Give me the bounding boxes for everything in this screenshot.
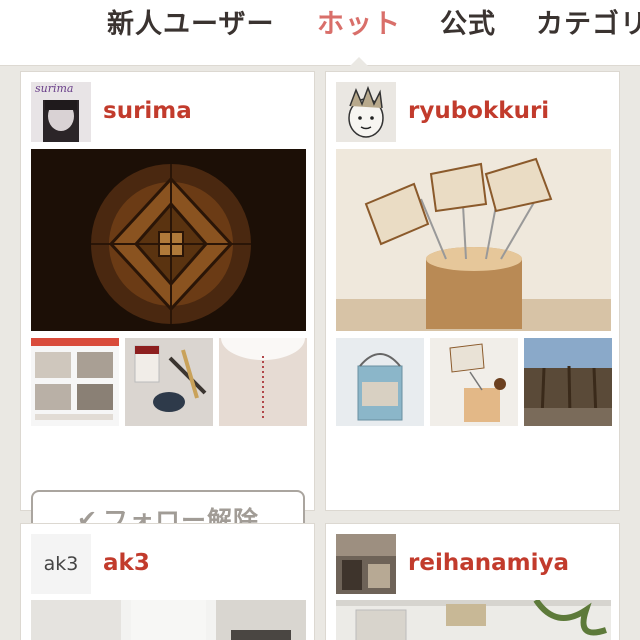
photo-palm-street	[524, 338, 612, 426]
photo-app-screenshot	[31, 338, 119, 426]
photo-wood-block-sign	[430, 338, 518, 426]
avatar-photo	[336, 534, 396, 594]
thumbnail-2[interactable]	[125, 338, 213, 426]
main-photo[interactable]	[336, 600, 611, 640]
thumbnail-3[interactable]	[219, 338, 307, 426]
avatar[interactable]	[336, 82, 396, 142]
user-card-ryubokkuri: ryubokkuri	[325, 71, 620, 511]
user-card-surima: surima surima ✔ フォロー解除	[20, 71, 315, 548]
tab-new-users[interactable]: 新人ユーザー	[107, 2, 274, 41]
thumbnail-3[interactable]	[524, 338, 612, 426]
category-tab-bar: 新人ユーザー ホット 公式 カテゴリ	[0, 0, 640, 66]
avatar[interactable]: ak3	[31, 534, 91, 594]
username-link[interactable]: surima	[103, 98, 192, 124]
thumbnail-2[interactable]	[430, 338, 518, 426]
photo-lamp	[219, 338, 307, 426]
main-photo[interactable]	[31, 149, 306, 331]
thumbnail-1[interactable]	[31, 338, 119, 426]
thumbnail-1[interactable]	[336, 338, 424, 426]
main-photo[interactable]	[31, 600, 306, 640]
photo-brick-wall	[336, 600, 611, 640]
avatar-illustration	[336, 82, 396, 142]
user-card-ak3: ak3 ak3	[20, 523, 315, 640]
photo-driftwood-pen-stand	[336, 149, 611, 331]
photo-mandala	[31, 149, 306, 331]
user-card-reihanamiya: reihanamiya	[325, 523, 620, 640]
photo-craft-tools	[125, 338, 213, 426]
username-link[interactable]: ak3	[103, 550, 150, 576]
photo-interior	[31, 600, 306, 640]
avatar-text: ak3	[31, 534, 91, 594]
tab-hot[interactable]: ホット	[317, 2, 401, 41]
tab-official[interactable]: 公式	[440, 2, 496, 41]
active-tab-indicator	[350, 57, 368, 66]
username-link[interactable]: ryubokkuri	[408, 98, 549, 124]
avatar[interactable]	[336, 534, 396, 594]
username-link[interactable]: reihanamiya	[408, 550, 569, 576]
photo-tin-can	[336, 338, 424, 426]
main-photo[interactable]	[336, 149, 611, 331]
avatar-caption: surima	[35, 82, 74, 95]
avatar[interactable]: surima	[31, 82, 91, 142]
tab-category[interactable]: カテゴリ	[536, 2, 640, 41]
